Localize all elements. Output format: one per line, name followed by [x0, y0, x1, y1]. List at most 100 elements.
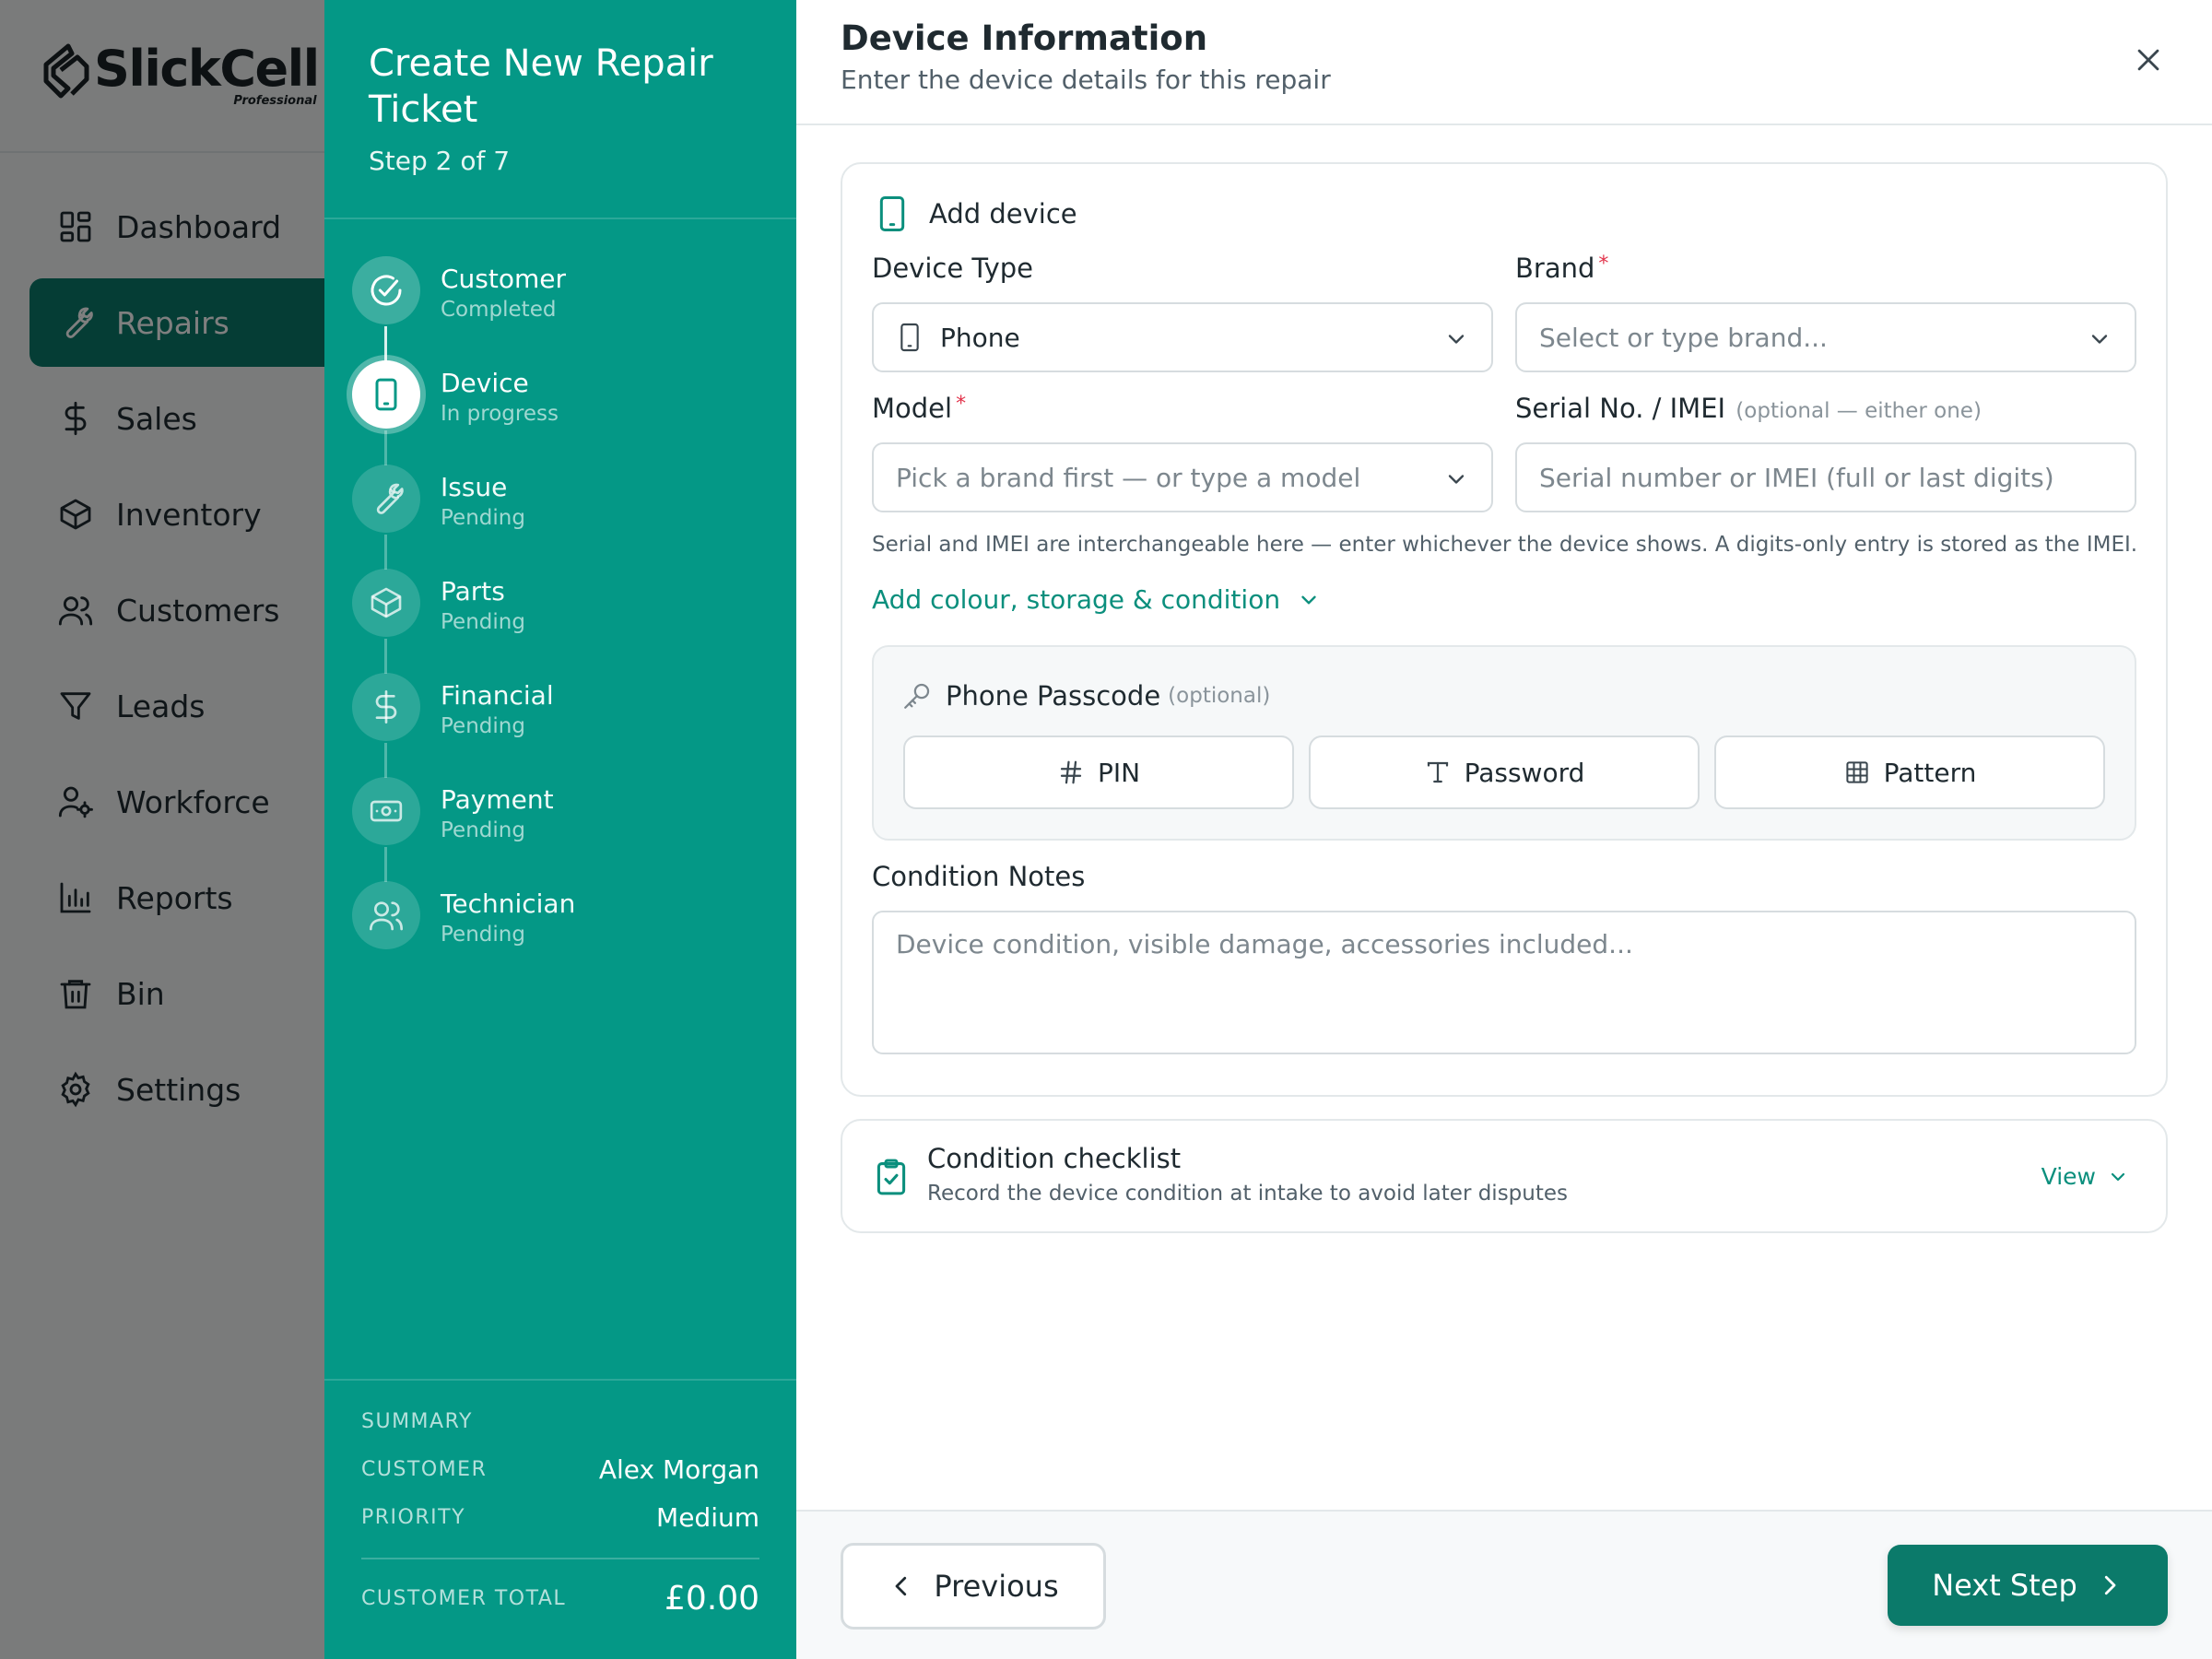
step-status: In progress — [441, 402, 559, 426]
condition-notes-placeholder: Device condition, visible damage, access… — [896, 929, 1633, 959]
passcode-label: Phone Passcode — [946, 680, 1161, 712]
page-subtitle: Enter the device details for this repair — [841, 65, 1331, 95]
step-icon-wrap — [352, 256, 420, 324]
step-label: Device — [441, 368, 529, 398]
serial-optional-note: (optional — either one) — [1735, 399, 1982, 423]
cash-icon — [370, 800, 403, 822]
step-text: Parts Pending — [441, 576, 525, 637]
step-status: Pending — [441, 506, 525, 530]
previous-button[interactable]: Previous — [841, 1543, 1106, 1630]
summary-total-value: £0.00 — [664, 1580, 759, 1618]
next-step-button[interactable]: Next Step — [1888, 1545, 2168, 1626]
main-header: Device Information Enter the device deta… — [796, 0, 2212, 125]
dollar-icon — [375, 690, 397, 724]
close-button[interactable] — [2129, 41, 2168, 79]
passcode-header: Phone Passcode (optional) — [901, 680, 1270, 712]
step-label: Payment — [441, 784, 554, 815]
chevron-down-icon — [2111, 1172, 2125, 1181]
step-icon-wrap — [352, 360, 420, 429]
step-label: Financial — [441, 680, 554, 711]
step-icon-wrap — [352, 881, 420, 949]
step-parts[interactable]: Parts Pending — [352, 569, 785, 674]
step-technician[interactable]: Technician Pending — [352, 881, 785, 985]
previous-label: Previous — [934, 1569, 1059, 1604]
chevron-down-icon — [2091, 335, 2108, 344]
summary-customer: CUSTOMER Alex Morgan — [361, 1454, 759, 1485]
device-information-panel: Device Information Enter the device deta… — [796, 0, 2212, 1659]
serial-helper-text: Serial and IMEI are interchangeable here… — [872, 533, 2138, 557]
hash-icon — [1060, 760, 1082, 784]
pin-label: PIN — [1097, 757, 1141, 788]
step-text: Issue Pending — [441, 472, 525, 533]
step-icon-wrap — [352, 569, 420, 637]
chevron-left-icon — [896, 1576, 907, 1596]
model-label-text: Model — [872, 393, 953, 424]
add-colour-storage-condition-link[interactable]: Add colour, storage & condition — [872, 584, 1321, 615]
device-type-value: Phone — [940, 322, 1020, 353]
text-icon — [1427, 761, 1448, 783]
condition-checklist-card[interactable]: Condition checklist Record the device co… — [841, 1119, 2168, 1233]
app-sidebar: SlickCell Professional Dashboard Repairs… — [0, 0, 324, 1659]
step-text: Financial Pending — [441, 680, 554, 741]
view-label: View — [2041, 1163, 2096, 1190]
phone-icon — [879, 196, 905, 231]
wizard-steps-panel: Create New Repair Ticket Step 2 of 7 Cus… — [324, 0, 796, 1659]
phone-icon — [375, 378, 397, 411]
step-financial[interactable]: Financial Pending — [352, 673, 785, 778]
step-connector — [384, 535, 387, 570]
step-text: Device In progress — [441, 368, 559, 429]
wizard-title: Create New Repair Ticket — [369, 42, 713, 131]
step-status: Pending — [441, 714, 525, 738]
wizard-divider — [324, 218, 796, 219]
checklist-view-button[interactable]: View — [2041, 1163, 2129, 1190]
model-select[interactable]: Pick a brand first — or type a model — [872, 442, 1493, 512]
step-icon-wrap — [352, 673, 420, 741]
checklist-title: Condition checklist — [927, 1143, 1182, 1174]
passcode-pattern-button[interactable]: Pattern — [1714, 735, 2105, 809]
step-label: Issue — [441, 472, 508, 502]
condition-notes-textarea[interactable]: Device condition, visible damage, access… — [872, 911, 2136, 1054]
brand-placeholder: Select or type brand... — [1539, 322, 1828, 353]
step-icon-wrap — [352, 777, 420, 845]
step-status: Pending — [441, 923, 525, 947]
summary-customer-value: Alex Morgan — [598, 1454, 759, 1485]
next-step-label: Next Step — [1932, 1568, 2077, 1603]
summary-priority: PRIORITY Medium — [361, 1502, 759, 1533]
step-text: Customer Completed — [441, 264, 566, 324]
passcode-optional-note: (optional) — [1168, 684, 1271, 708]
step-connector — [384, 743, 387, 778]
step-status: Pending — [441, 818, 525, 842]
summary-priority-value: Medium — [656, 1502, 759, 1533]
step-issue[interactable]: Issue Pending — [352, 465, 785, 570]
step-label: Parts — [441, 576, 505, 606]
brand-select[interactable]: Select or type brand... — [1515, 302, 2136, 372]
summary-customer-label: CUSTOMER — [361, 1458, 488, 1481]
step-customer[interactable]: Customer Completed — [352, 256, 785, 361]
serial-imei-input[interactable]: Serial number or IMEI (full or last digi… — [1515, 442, 2136, 512]
phone-icon — [900, 323, 919, 352]
add-device-title: Add device — [929, 198, 1077, 229]
page-title: Device Information — [841, 18, 1208, 58]
step-label: Technician — [441, 888, 576, 919]
step-connector — [384, 639, 387, 674]
wizard-footer: Previous Next Step — [796, 1510, 2212, 1659]
brand-label-text: Brand — [1515, 253, 1595, 284]
pattern-label: Pattern — [1883, 757, 1977, 788]
passcode-password-button[interactable]: Password — [1309, 735, 1700, 809]
serial-placeholder: Serial number or IMEI (full or last digi… — [1539, 462, 2054, 493]
step-device[interactable]: Device In progress — [352, 360, 785, 465]
users-icon — [370, 901, 403, 931]
step-connector — [384, 430, 387, 465]
add-device-header: Add device — [876, 195, 1077, 232]
grid-icon — [1846, 761, 1868, 783]
passcode-pin-button[interactable]: PIN — [903, 735, 1294, 809]
step-payment[interactable]: Payment Pending — [352, 777, 785, 882]
step-text: Technician Pending — [441, 888, 575, 949]
chevron-right-icon — [2104, 1575, 2116, 1595]
device-type-select[interactable]: Phone — [872, 302, 1493, 372]
modal-backdrop[interactable] — [0, 0, 324, 1659]
step-icon-wrap — [352, 465, 420, 533]
summary-total-label: CUSTOMER TOTAL — [361, 1587, 567, 1610]
summary-heading: SUMMARY — [361, 1410, 473, 1433]
summary-priority-label: PRIORITY — [361, 1506, 466, 1529]
